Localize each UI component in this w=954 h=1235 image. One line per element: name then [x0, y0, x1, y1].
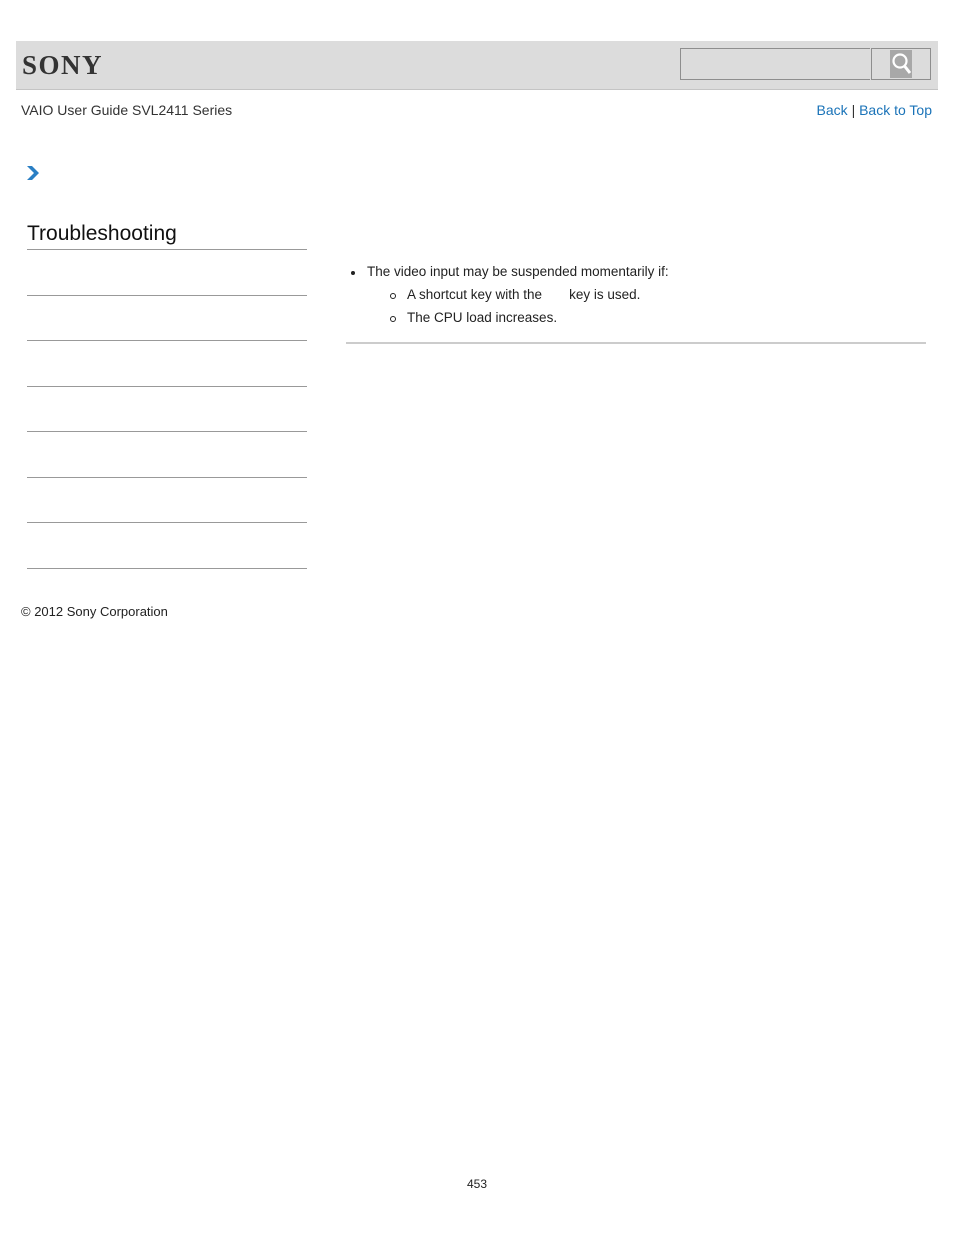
sidebar-divider — [27, 295, 307, 296]
search-input[interactable] — [680, 48, 870, 80]
sidebar-divider — [27, 340, 307, 341]
back-to-top-link[interactable]: Back to Top — [859, 102, 932, 118]
search-button[interactable] — [871, 48, 931, 80]
nav-links: Back | Back to Top — [817, 102, 932, 118]
main-content: The video input may be suspended momenta… — [346, 261, 669, 329]
header-bar: SONY — [16, 41, 938, 90]
guide-title: VAIO User Guide SVL2411 Series — [21, 102, 233, 118]
sidebar-divider — [27, 386, 307, 387]
search-icon — [890, 50, 912, 78]
sidebar-divider — [27, 477, 307, 478]
page-number: 453 — [466, 1177, 488, 1191]
content-divider — [346, 342, 926, 344]
chevron-right-icon[interactable] — [26, 165, 40, 186]
sub-list-item: A shortcut key with the key is used. — [367, 283, 669, 306]
copyright: © 2012 Sony Corporation — [21, 604, 168, 619]
sidebar-divider — [27, 249, 307, 250]
sidebar-divider — [27, 568, 307, 569]
sony-logo: SONY — [22, 50, 104, 80]
link-separator: | — [851, 102, 856, 118]
list-item: The video input may be suspended momenta… — [346, 261, 669, 329]
back-link[interactable]: Back — [817, 102, 848, 118]
sidebar-divider — [27, 431, 307, 432]
sidebar-divider — [27, 522, 307, 523]
sidebar-title: Troubleshooting — [27, 222, 177, 245]
sub-list-item: The CPU load increases. — [367, 306, 669, 329]
